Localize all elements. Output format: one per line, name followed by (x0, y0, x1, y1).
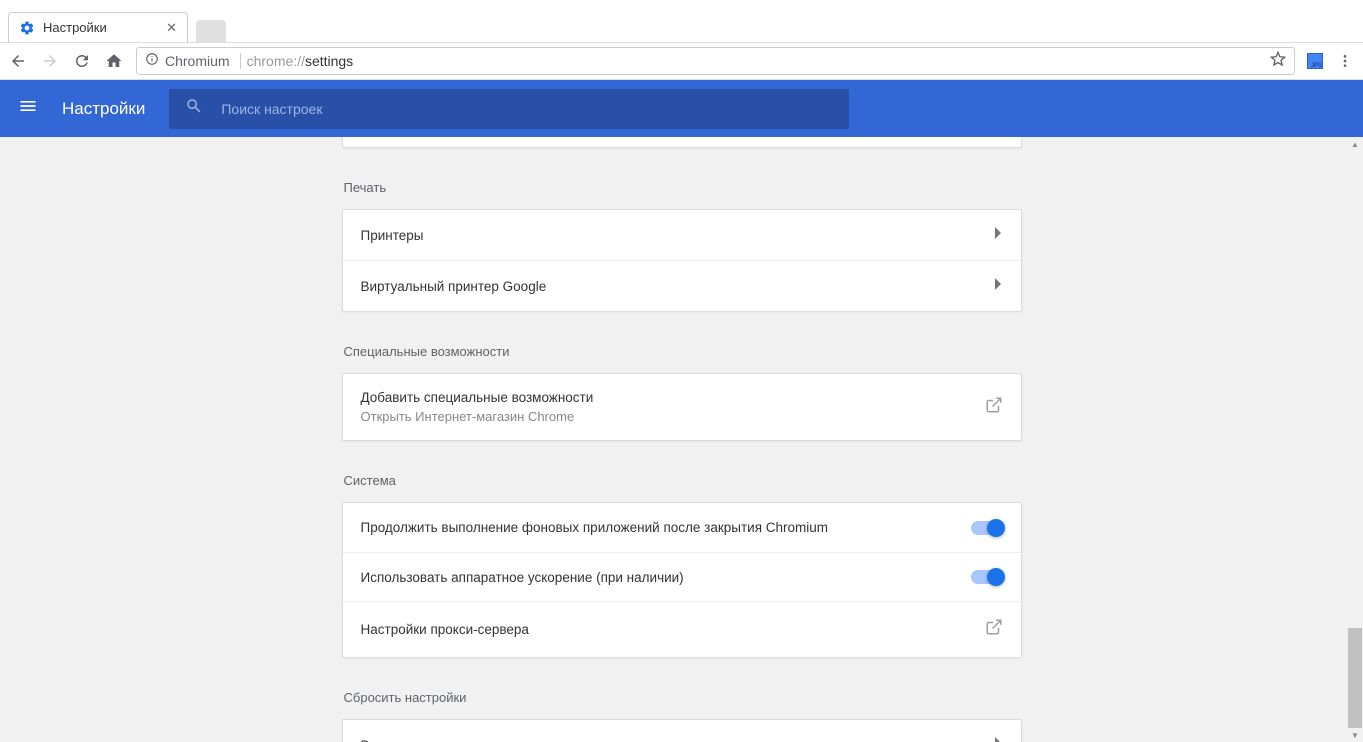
row-printers[interactable]: Принтеры (343, 210, 1021, 260)
back-button[interactable] (8, 51, 28, 71)
toggle-hardware-accel[interactable] (971, 570, 1003, 584)
card-reset: Восстановление настроек по умолчанию (342, 719, 1022, 742)
section-title-system: Система (342, 473, 1022, 488)
browser-toolbar: Chromium chrome://settings JPS (0, 42, 1363, 80)
omnibox-url: chrome://settings (247, 53, 354, 69)
extension-icon[interactable]: JPS (1307, 53, 1323, 69)
row-cloud-print[interactable]: Виртуальный принтер Google (343, 260, 1021, 311)
address-bar[interactable]: Chromium chrome://settings (136, 47, 1295, 75)
scroll-down-icon[interactable]: ▼ (1347, 728, 1363, 742)
row-hardware-accel[interactable]: Использовать аппаратное ускорение (при н… (343, 552, 1021, 601)
new-tab-button[interactable] (196, 20, 226, 42)
external-link-icon (985, 618, 1003, 641)
bookmark-star-icon[interactable] (1270, 51, 1286, 72)
row-add-accessibility[interactable]: Добавить специальные возможности Открыть… (343, 374, 1021, 440)
settings-search[interactable] (169, 89, 849, 129)
card-partial-top (342, 137, 1022, 148)
scrollbar-thumb[interactable] (1348, 628, 1362, 728)
row-proxy[interactable]: Настройки прокси-сервера (343, 601, 1021, 657)
toggle-background-apps[interactable] (971, 521, 1003, 535)
external-link-icon (985, 396, 1003, 419)
row-restore-defaults[interactable]: Восстановление настроек по умолчанию (343, 720, 1021, 742)
search-icon (185, 97, 203, 120)
forward-button[interactable] (40, 51, 60, 71)
gear-icon (19, 20, 35, 36)
card-system: Продолжить выполнение фоновых приложений… (342, 502, 1022, 658)
menu-button[interactable] (1335, 51, 1355, 71)
settings-content: Печать Принтеры Виртуальный принтер Goog… (342, 137, 1022, 742)
scrollbar[interactable]: ▲ ▼ (1347, 137, 1363, 742)
scroll-up-icon[interactable]: ▲ (1347, 137, 1363, 151)
search-input[interactable] (221, 101, 833, 117)
section-title-reset: Сбросить настройки (342, 690, 1022, 705)
chevron-right-icon (995, 277, 1003, 295)
home-button[interactable] (104, 51, 124, 71)
tab-title: Настройки (43, 20, 158, 35)
page-title: Настройки (62, 99, 145, 119)
card-accessibility: Добавить специальные возможности Открыть… (342, 373, 1022, 441)
hamburger-icon[interactable] (18, 96, 38, 121)
close-icon[interactable]: ✕ (166, 20, 177, 36)
chevron-right-icon (995, 226, 1003, 244)
content-scroll[interactable]: Печать Принтеры Виртуальный принтер Goog… (0, 137, 1363, 742)
chevron-right-icon (995, 736, 1003, 742)
info-icon (145, 52, 159, 71)
omnibox-origin: Chromium (165, 53, 241, 69)
reload-button[interactable] (72, 51, 92, 71)
row-background-apps[interactable]: Продолжить выполнение фоновых приложений… (343, 503, 1021, 552)
card-print: Принтеры Виртуальный принтер Google (342, 209, 1022, 312)
section-title-accessibility: Специальные возможности (342, 344, 1022, 359)
browser-tab[interactable]: Настройки ✕ (8, 12, 188, 42)
settings-header: Настройки (0, 80, 1363, 137)
tab-bar: Настройки ✕ (0, 0, 1363, 42)
section-title-print: Печать (342, 180, 1022, 195)
